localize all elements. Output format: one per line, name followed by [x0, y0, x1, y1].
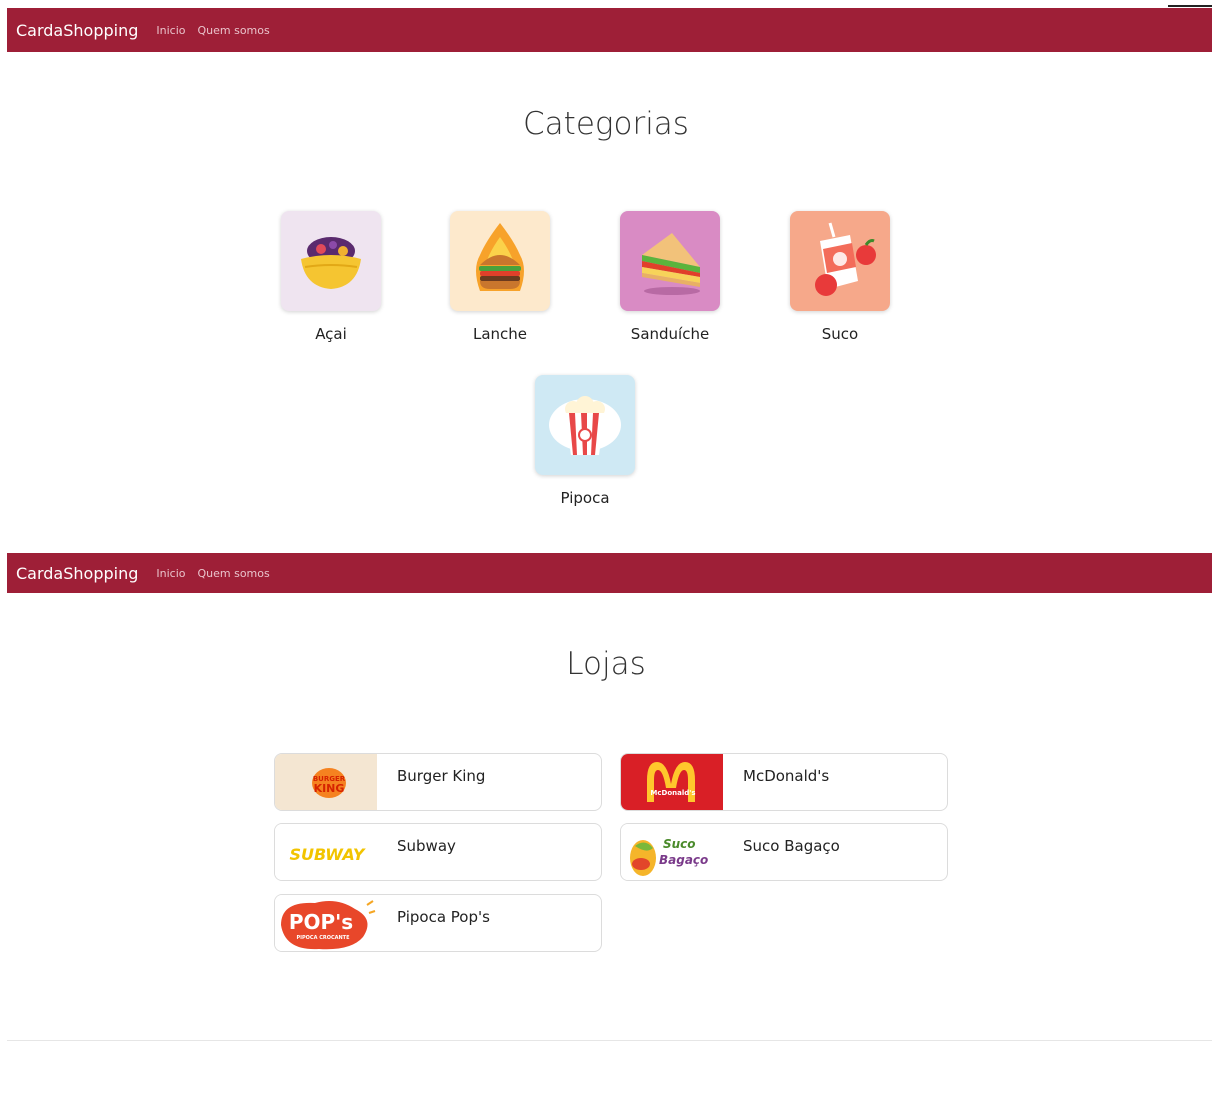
- store-card-suco-bagaco[interactable]: Suco Bagaço Suco Bagaço: [620, 823, 948, 881]
- category-label: Sanduíche: [630, 325, 710, 343]
- category-card-sanduiche[interactable]: Sanduíche: [600, 211, 740, 343]
- category-tile[interactable]: [620, 211, 720, 311]
- subway-logo: SUBWAY: [275, 824, 377, 880]
- category-card-pipoca[interactable]: Pipoca: [515, 375, 655, 507]
- brand-link[interactable]: CardaShopping: [16, 21, 138, 40]
- store-name: Suco Bagaço: [743, 837, 840, 855]
- popcorn-icon: [549, 396, 621, 455]
- store-card-mcdonalds[interactable]: McDonald's McDonald's: [620, 753, 948, 811]
- pipoca-pops-logo: POP's PIPOCA CROCANTE: [275, 895, 377, 951]
- nav-link-inicio[interactable]: Inicio: [156, 567, 185, 580]
- nav-link-quem-somos[interactable]: Quem somos: [197, 567, 269, 580]
- footer-divider: [7, 1040, 1212, 1041]
- acai-bowl-icon: [301, 237, 361, 289]
- svg-text:PIPOCA CROCANTE: PIPOCA CROCANTE: [296, 935, 350, 941]
- svg-text:POP's: POP's: [289, 910, 353, 934]
- mcdonalds-logo: McDonald's: [621, 754, 723, 810]
- store-name: Subway: [397, 837, 456, 855]
- store-card-pipoca-pops[interactable]: POP's PIPOCA CROCANTE Pipoca Pop's: [274, 894, 602, 952]
- nav-link-inicio[interactable]: Inicio: [156, 24, 185, 37]
- store-name: Burger King: [397, 767, 486, 785]
- sandwich-icon: [642, 233, 700, 295]
- category-tile[interactable]: [450, 211, 550, 311]
- svg-text:SUBWAY: SUBWAY: [289, 845, 365, 864]
- category-card-acai[interactable]: Açai: [261, 211, 401, 343]
- category-card-lanche[interactable]: Lanche: [430, 211, 570, 343]
- store-card-burger-king[interactable]: BURGER KING Burger King: [274, 753, 602, 811]
- svg-text:McDonald's: McDonald's: [650, 789, 695, 797]
- category-label: Açai: [315, 325, 347, 343]
- category-tile[interactable]: [281, 211, 381, 311]
- brand-link[interactable]: CardaShopping: [16, 564, 138, 583]
- category-label: Pipoca: [560, 489, 610, 507]
- juice-icon: [815, 222, 876, 296]
- category-card-suco[interactable]: Suco: [770, 211, 910, 343]
- store-card-subway[interactable]: SUBWAY Subway: [274, 823, 602, 881]
- svg-text:KING: KING: [314, 782, 345, 795]
- lojas-title: Lojas: [566, 646, 646, 682]
- window-corner-line: [1168, 5, 1212, 7]
- categorias-title: Categorias: [523, 106, 689, 142]
- burger-icon: [476, 223, 524, 291]
- navbar: CardaShopping Inicio Quem somos: [7, 553, 1212, 593]
- store-name: Pipoca Pop's: [397, 908, 490, 926]
- burger-king-logo: BURGER KING: [275, 754, 377, 810]
- store-name: McDonald's: [743, 767, 830, 785]
- category-label: Lanche: [472, 325, 528, 343]
- category-tile[interactable]: [790, 211, 890, 311]
- category-tile[interactable]: [535, 375, 635, 475]
- svg-text:Suco: Suco: [663, 837, 696, 851]
- nav-link-quem-somos[interactable]: Quem somos: [197, 24, 269, 37]
- svg-text:Bagaço: Bagaço: [659, 853, 708, 867]
- suco-bagaco-logo: Suco Bagaço: [621, 824, 723, 880]
- category-label: Suco: [821, 325, 859, 343]
- navbar: CardaShopping Inicio Quem somos: [7, 8, 1212, 52]
